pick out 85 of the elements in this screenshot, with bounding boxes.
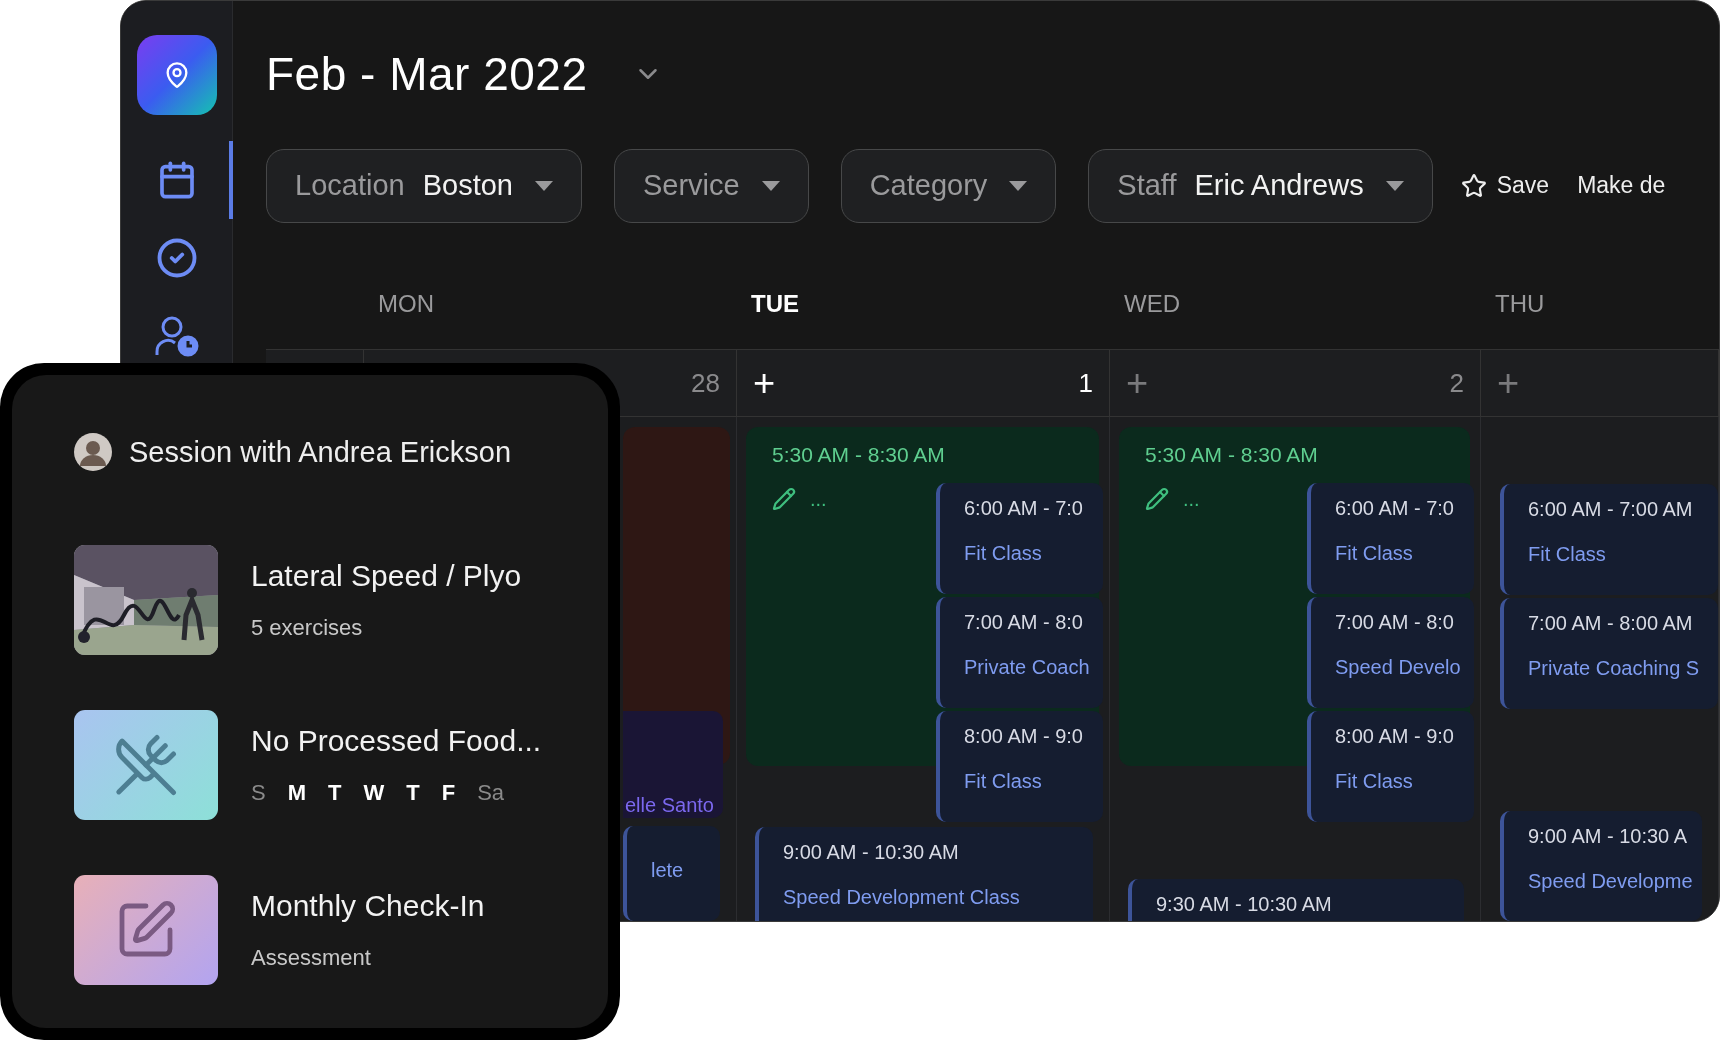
weekday-letter: W bbox=[363, 780, 385, 806]
event-title: Private Coaching S bbox=[1528, 656, 1701, 681]
pencil-icon[interactable] bbox=[1145, 487, 1169, 511]
weekday-letter: F bbox=[441, 780, 456, 806]
caret-icon bbox=[534, 180, 553, 191]
session-event[interactable]: 9:00 AM - 10:30 AM Speed Development Class bbox=[755, 827, 1093, 921]
date-range-title: Feb - Mar 2022 bbox=[266, 46, 588, 101]
day-header: MON bbox=[377, 289, 435, 319]
session-event[interactable]: 6:00 AM - 7:00 AM Fit Class bbox=[1500, 484, 1718, 595]
event-time: 8:00 AM - 9:0 bbox=[1335, 724, 1455, 749]
event-time: 6:00 AM - 7:0 bbox=[1335, 496, 1455, 521]
avatar bbox=[74, 433, 112, 471]
session-event[interactable]: 7:00 AM - 8:0 Speed Develo bbox=[1307, 597, 1474, 708]
event-title: Speed Developme bbox=[1528, 869, 1694, 894]
add-button[interactable]: + bbox=[1497, 364, 1520, 402]
session-event[interactable]: 8:00 AM - 9:0 Fit Class bbox=[1307, 711, 1474, 822]
session-event[interactable]: lete bbox=[623, 826, 720, 921]
day-header: WED bbox=[1123, 289, 1181, 319]
session-event[interactable]: 8:00 AM - 9:0 Fit Class bbox=[936, 711, 1103, 822]
event-time: 7:00 AM - 8:00 AM bbox=[1528, 611, 1694, 636]
caret-icon bbox=[1009, 180, 1028, 191]
session-event[interactable]: 7:00 AM - 8:00 AM Private Coaching S bbox=[1500, 598, 1718, 709]
more-button[interactable]: ... bbox=[810, 487, 827, 511]
availability-time: 5:30 AM - 8:30 AM bbox=[1144, 442, 1319, 468]
event-title: Fit Class bbox=[1528, 542, 1607, 567]
item-subtitle: Assessment bbox=[251, 945, 372, 971]
fork-knife-icon bbox=[113, 732, 179, 798]
filter-dropdown[interactable]: Location Boston bbox=[266, 148, 582, 223]
day-header: TUE bbox=[750, 289, 800, 319]
app-logo[interactable] bbox=[136, 35, 217, 115]
weekday-letter: T bbox=[406, 780, 420, 806]
session-event[interactable]: 9:30 AM - 10:30 AM bbox=[1128, 879, 1464, 921]
weekday-letter: Sa bbox=[477, 780, 505, 806]
weekday-letter: M bbox=[287, 780, 306, 806]
save-button[interactable]: Save bbox=[1460, 172, 1550, 200]
item-title: No Processed Food... bbox=[251, 724, 542, 758]
event-title: Fit Class bbox=[964, 541, 1043, 566]
session-title: Session with Andrea Erickson bbox=[129, 435, 512, 469]
weekday-letter: S bbox=[251, 780, 266, 806]
event-time: 9:00 AM - 10:30 AM bbox=[783, 840, 960, 865]
caret-icon bbox=[1385, 180, 1404, 191]
event-title: Fit Class bbox=[964, 769, 1043, 794]
program-item[interactable]: No Processed Food... S M T W T F Sa bbox=[74, 710, 608, 820]
session-event[interactable]: 9:00 AM - 10:30 A Speed Developme bbox=[1500, 811, 1702, 921]
event-time: 9:30 AM - 10:30 AM bbox=[1156, 892, 1333, 917]
personal-event[interactable]: elle Santo bbox=[623, 711, 723, 818]
item-title: Monthly Check-In bbox=[251, 889, 485, 923]
session-event[interactable]: 7:00 AM - 8:0 Private Coach bbox=[936, 597, 1103, 708]
session-event[interactable]: 6:00 AM - 7:0 Fit Class bbox=[936, 483, 1103, 594]
add-button[interactable]: + bbox=[1126, 364, 1149, 402]
item-subtitle: 5 exercises bbox=[251, 615, 364, 641]
event-time: 7:00 AM - 8:0 bbox=[964, 610, 1084, 635]
day-header: THU bbox=[1494, 289, 1546, 319]
filter-dropdown[interactable]: Service bbox=[613, 148, 809, 223]
filter-dropdown[interactable]: Staff Eric Andrews bbox=[1088, 148, 1433, 223]
user-clock-icon bbox=[153, 315, 200, 357]
item-title: Lateral Speed / Plyo bbox=[251, 559, 522, 593]
program-item[interactable]: Lateral Speed / Plyo 5 exercises bbox=[74, 545, 608, 655]
program-item[interactable]: Monthly Check-In Assessment bbox=[74, 875, 608, 985]
availability-time: 5:30 AM - 8:30 AM bbox=[771, 442, 946, 468]
event-title: Private Coach bbox=[964, 655, 1091, 680]
add-button[interactable]: + bbox=[753, 364, 776, 402]
event-time: 7:00 AM - 8:0 bbox=[1335, 610, 1455, 635]
event-title: Speed Development Class bbox=[783, 885, 1021, 910]
pencil-icon[interactable] bbox=[772, 487, 796, 511]
session-event[interactable]: 6:00 AM - 7:0 Fit Class bbox=[1307, 483, 1474, 594]
event-title: Fit Class bbox=[1335, 541, 1414, 566]
filter-dropdown[interactable]: Category bbox=[840, 148, 1057, 223]
check-circle-icon bbox=[155, 237, 198, 279]
star-icon bbox=[1460, 172, 1487, 199]
date-number: 28 bbox=[691, 367, 720, 399]
event-title: elle Santo bbox=[625, 793, 715, 818]
caret-icon bbox=[761, 180, 780, 191]
more-button[interactable]: ... bbox=[1183, 487, 1200, 511]
date-number: 2 bbox=[1449, 367, 1464, 399]
event-title: Speed Develo bbox=[1335, 655, 1462, 680]
event-time: 6:00 AM - 7:00 AM bbox=[1528, 497, 1694, 522]
event-time: 8:00 AM - 9:0 bbox=[964, 724, 1084, 749]
event-title: lete bbox=[651, 858, 685, 883]
event-time: 9:00 AM - 10:30 A bbox=[1528, 824, 1688, 849]
weekday-letter: T bbox=[328, 780, 342, 806]
event-time: 6:00 AM - 7:0 bbox=[964, 496, 1084, 521]
action-link[interactable]: Make de bbox=[1577, 172, 1666, 200]
event-title: Fit Class bbox=[1335, 769, 1414, 794]
date-number: 1 bbox=[1078, 367, 1093, 399]
